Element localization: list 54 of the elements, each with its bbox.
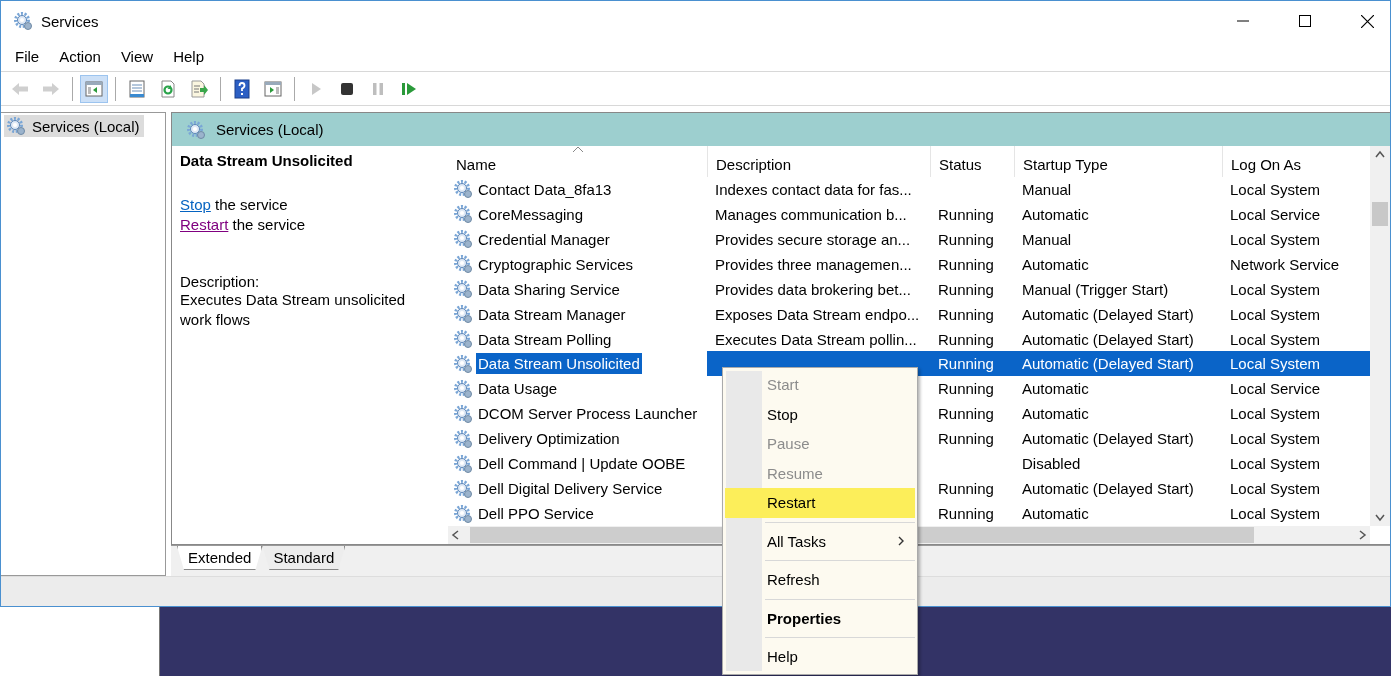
table-cell: Automatic (1022, 205, 1089, 223)
table-cell: Running (938, 205, 994, 223)
table-cell: Local System (1230, 230, 1321, 248)
table-cell: Automatic (1022, 505, 1089, 523)
table-cell: Manual (1022, 180, 1072, 198)
table-cell: Local System (1230, 480, 1321, 498)
table-cell: Local Service (1230, 205, 1321, 223)
table-cell: Local System (1230, 330, 1321, 348)
panel-title: Services (Local) (216, 121, 324, 138)
table-cell: Running (938, 330, 994, 348)
table-cell: Running (938, 380, 994, 398)
table-cell: Running (938, 305, 994, 323)
table-cell: Local System (1230, 305, 1321, 323)
table-cell: Local System (1230, 430, 1321, 448)
table-cell: Manual (1022, 230, 1072, 248)
service-title: Data Stream Unsolicited (180, 152, 354, 169)
table-cell: Manual (Trigger Start) (1022, 280, 1169, 298)
table-cell: Indexes contact data for fas... (715, 180, 912, 198)
table-cell: Running (938, 355, 994, 373)
table-cell: Local System (1230, 455, 1321, 473)
table-cell: Running (938, 430, 994, 448)
table-cell: Local System (1230, 505, 1321, 523)
table-cell: Local System (1230, 405, 1321, 423)
table-cell: Local Service (1230, 380, 1321, 398)
table-cell: Running (938, 230, 994, 248)
description-text: Executes Data Stream unsolicited work flows (180, 290, 407, 330)
table-cell: Running (938, 480, 994, 498)
table-cell: Automatic (Delayed Start) (1022, 480, 1194, 498)
table-cell: Automatic (1022, 255, 1089, 273)
table-cell: Local System (1230, 355, 1321, 373)
table-cell: Automatic (Delayed Start) (1022, 430, 1194, 448)
table-cell: Automatic (Delayed Start) (1022, 305, 1194, 323)
action-text: Restart the service (180, 215, 307, 235)
table-cell: Provides secure storage an... (715, 230, 911, 248)
table-cell: Local System (1230, 280, 1321, 298)
table-cell: Automatic (1022, 405, 1089, 423)
table-cell: Disabled (1022, 455, 1081, 473)
table-cell: Network Service (1230, 255, 1340, 273)
table-cell: Automatic (1022, 380, 1089, 398)
window-title: Services (41, 12, 100, 30)
description-label: Description: (180, 273, 261, 290)
table-cell: Provides data brokering bet... (715, 280, 911, 298)
table-cell: Automatic (Delayed Start) (1022, 355, 1194, 373)
action-text: Stop the service (180, 195, 289, 215)
table-cell: Running (938, 280, 994, 298)
table-cell: Exposes Data Stream endpo... (715, 305, 920, 323)
table-cell: Running (938, 405, 994, 423)
table-cell: Manages communication b... (715, 205, 907, 223)
table-cell: Provides three managemen... (715, 255, 912, 273)
table-cell: Running (938, 505, 994, 523)
table-cell: Automatic (Delayed Start) (1022, 330, 1194, 348)
table-cell: Running (938, 255, 994, 273)
table-cell: Executes Data Stream pollin... (715, 330, 917, 348)
table-cell: Local System (1230, 180, 1321, 198)
